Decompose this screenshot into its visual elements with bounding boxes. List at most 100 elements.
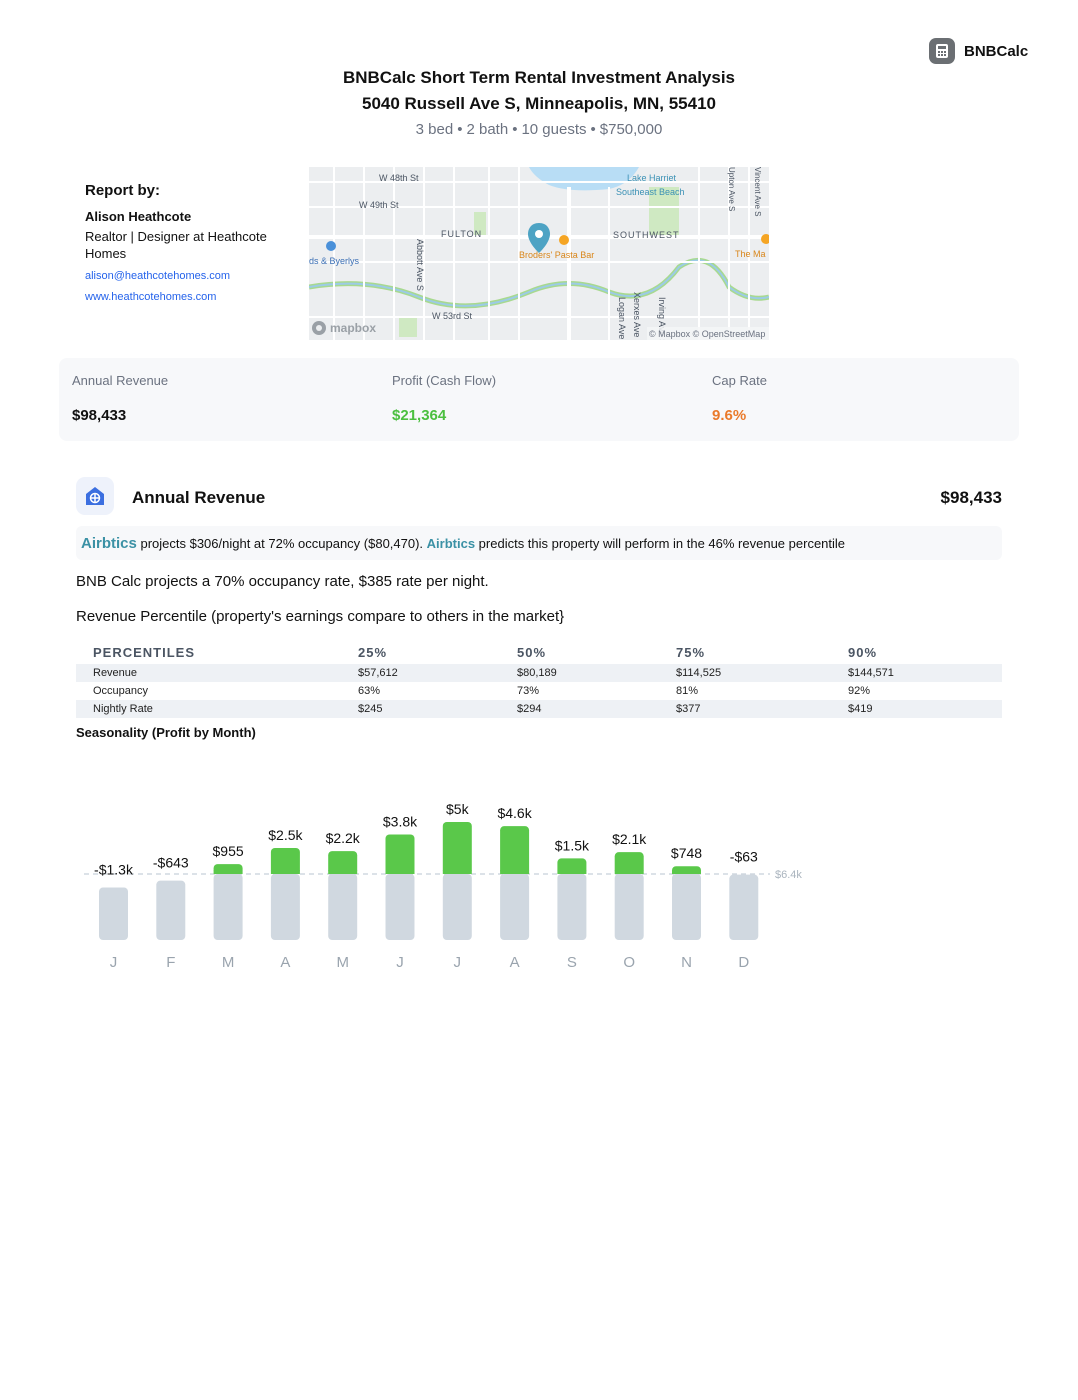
restaurant-icon bbox=[559, 235, 569, 245]
airbtics-callout: Airbtics projects $306/night at 72% occu… bbox=[76, 526, 1002, 560]
data-label: $748 bbox=[671, 845, 702, 861]
reference-label: $6.4k bbox=[775, 869, 802, 881]
property-summary: 3 bed • 2 bath • 10 guests • $750,000 bbox=[415, 121, 663, 138]
seasonality-chart-svg: $6.4k -$1.3k J -$643 F $955 M $2.5k A $2.2k M $3.8k… bbox=[84, 801, 802, 971]
title-line-1: BNBCalc Short Term Rental Investment Ana… bbox=[342, 68, 736, 87]
bar-base bbox=[328, 874, 358, 940]
bar-base bbox=[385, 874, 415, 940]
month-label: N bbox=[681, 954, 692, 971]
map-label: Xerxes Ave S bbox=[632, 292, 642, 340]
data-label: $2.2k bbox=[326, 830, 361, 846]
bar-base bbox=[270, 874, 300, 940]
data-label: $955 bbox=[213, 843, 244, 859]
bnbcalc-projection: BNB Calc projects a 70% occupancy rate, … bbox=[76, 573, 489, 590]
map-label: Logan Ave S bbox=[617, 297, 627, 340]
bar-profit-base bbox=[672, 870, 701, 874]
bar-profit-base bbox=[442, 870, 472, 874]
data-label: -$643 bbox=[153, 855, 189, 871]
month-label: F bbox=[166, 954, 175, 971]
data-label: $2.5k bbox=[268, 827, 303, 843]
data-label: -$63 bbox=[730, 849, 758, 865]
month-label: A bbox=[510, 954, 520, 971]
summary-stats: Annual Revenue $98,433 Profit (Cash Flow… bbox=[59, 358, 1019, 441]
bar-base bbox=[99, 887, 128, 940]
bar-base bbox=[442, 874, 472, 940]
table-header-row: PERCENTILES 25% 50% 75% 90% bbox=[93, 644, 878, 660]
data-label: -$1.3k bbox=[94, 862, 134, 878]
month-label: J bbox=[110, 954, 118, 971]
map-label: W 53rd St bbox=[432, 311, 473, 321]
map-label: Upton Ave S bbox=[727, 167, 736, 211]
data-label: $2.1k bbox=[612, 831, 647, 847]
map-label: W 48th St bbox=[379, 173, 419, 183]
percentile-table: PERCENTILES 25% 50% 75% 90% Revenue $57,… bbox=[76, 640, 1002, 718]
table-row: Revenue $57,612 $80,189 $114,525 $144,57… bbox=[76, 664, 1002, 682]
map-label: W 49th St bbox=[359, 200, 399, 210]
author-website-link[interactable]: www.heathcotehomes.com bbox=[85, 291, 295, 303]
page-title: BNBCalc Short Term Rental Investment Ana… bbox=[0, 65, 1078, 117]
author-role: Realtor | Designer at Heathcote Homes bbox=[85, 229, 267, 261]
map-label: ds & Byerlys bbox=[309, 256, 360, 266]
data-label: $5k bbox=[446, 801, 470, 817]
location-map[interactable]: W 48th St W 49th St FULTON SOUTHWEST Lak… bbox=[309, 167, 769, 340]
bar-profit bbox=[442, 822, 472, 874]
bar-profit bbox=[500, 826, 530, 874]
table-row: Nightly Rate $245 $294 $377 $419 bbox=[76, 700, 1002, 718]
bar-base bbox=[729, 874, 759, 940]
month-label: A bbox=[280, 954, 290, 971]
percentile-heading: Revenue Percentile (property's earnings … bbox=[76, 608, 565, 625]
price: $750,000 bbox=[599, 121, 663, 138]
bar-base bbox=[557, 874, 587, 940]
bar-profit-base bbox=[385, 870, 415, 874]
bar-profit bbox=[385, 834, 415, 874]
seasonality-title: Seasonality (Profit by Month) bbox=[76, 725, 256, 740]
map-label: Broders' Pasta Bar bbox=[519, 250, 594, 260]
stat-annual-revenue: Annual Revenue $98,433 bbox=[72, 373, 169, 424]
data-label: $1.5k bbox=[555, 837, 590, 853]
bar-base bbox=[672, 874, 701, 940]
bar-profit-base bbox=[213, 870, 243, 874]
author-email-link[interactable]: alison@heathcotehomes.com bbox=[85, 270, 295, 282]
airbtics-brand: Airbtics bbox=[81, 534, 137, 552]
map-label: Southeast Beach bbox=[616, 187, 685, 197]
data-label: $4.6k bbox=[497, 805, 532, 821]
map-label: SOUTHWEST bbox=[613, 230, 680, 240]
bar-profit-base bbox=[500, 870, 530, 874]
data-label: $3.8k bbox=[383, 813, 418, 829]
map-label: The Ma bbox=[735, 249, 766, 259]
calculator-icon bbox=[929, 38, 955, 64]
baths: 2 bath bbox=[466, 121, 509, 138]
table-row: Occupancy 63% 73% 81% 92% bbox=[93, 685, 871, 697]
report-heading: Report by: bbox=[85, 182, 160, 199]
stat-cap-rate: Cap Rate 9.6% bbox=[712, 373, 767, 424]
section-title: Annual Revenue bbox=[132, 488, 266, 507]
bar-base bbox=[213, 874, 243, 940]
svg-text:mapbox: mapbox bbox=[330, 321, 376, 335]
month-label: M bbox=[222, 954, 235, 971]
month-label: J bbox=[454, 954, 462, 971]
author-name: Alison Heathcote bbox=[85, 209, 192, 224]
stat-profit: Profit (Cash Flow) $21,364 bbox=[392, 373, 497, 424]
guests: 10 guests bbox=[521, 121, 587, 138]
map-attribution[interactable]: © Mapbox © OpenStreetMap bbox=[649, 329, 765, 339]
map-label: Abbott Ave S bbox=[415, 239, 425, 291]
beds: 3 bed bbox=[415, 121, 454, 138]
brand-name: BNBCalc bbox=[964, 42, 1029, 60]
section-amount: $98,433 bbox=[940, 488, 1002, 507]
seasonality-chart: $6.4k -$1.3k J -$643 F $955 M $2.5k A $2.2k M $3.8k… bbox=[70, 780, 830, 985]
bar-profit-base bbox=[614, 870, 644, 874]
bar-base bbox=[614, 874, 644, 940]
report-author: Report by: Alison Heathcote Realtor | De… bbox=[85, 182, 295, 312]
map-label: Lake Harriet bbox=[627, 173, 677, 183]
month-label: O bbox=[623, 954, 635, 971]
bar-profit-base bbox=[270, 870, 300, 874]
map-label: Vincent Ave S bbox=[753, 167, 762, 217]
map-label: FULTON bbox=[441, 229, 482, 239]
bar-base bbox=[500, 874, 530, 940]
mapbox-logo: mapbox bbox=[312, 321, 376, 335]
home-grid-icon bbox=[76, 477, 114, 515]
bar-base bbox=[156, 880, 186, 940]
month-label: D bbox=[738, 954, 749, 971]
month-label: M bbox=[336, 954, 349, 971]
brand-logo: BNBCalc bbox=[929, 38, 1028, 64]
